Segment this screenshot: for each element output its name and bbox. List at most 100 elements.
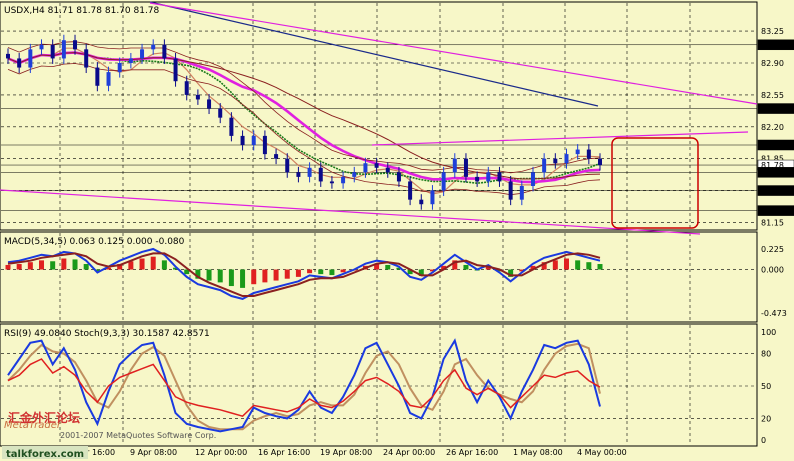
watermark-site-cn: 汇金外汇论坛 bbox=[8, 410, 80, 425]
osc-tick: 100 bbox=[761, 328, 776, 337]
candle-body bbox=[475, 176, 480, 182]
macd-bar bbox=[72, 259, 78, 270]
candle-body bbox=[184, 81, 189, 95]
macd-bar bbox=[206, 269, 212, 281]
candle-body bbox=[39, 44, 44, 50]
candle-body bbox=[240, 135, 245, 145]
macd-bar bbox=[27, 262, 33, 270]
macd-bar bbox=[307, 269, 313, 274]
oscillator-pane[interactable] bbox=[0, 323, 758, 447]
macd-bar bbox=[385, 264, 391, 270]
chart-canvas: 83.2582.9082.5582.2081.8581.5081.150.225… bbox=[0, 1, 794, 460]
candle-body bbox=[341, 176, 346, 184]
candle-body bbox=[564, 154, 569, 164]
price-tick: 82.20 bbox=[761, 123, 784, 132]
price-axis: 83.2582.9082.5582.2081.8581.5081.150.225… bbox=[761, 27, 787, 445]
candle-body bbox=[575, 149, 580, 155]
osc-tick: 0 bbox=[761, 436, 766, 445]
macd-bar bbox=[61, 258, 67, 270]
macd-bar bbox=[575, 260, 581, 270]
trendline-lower bbox=[0, 189, 701, 235]
macd-bar bbox=[217, 269, 223, 283]
candle-body bbox=[553, 158, 558, 164]
time-axis: 2 Apr 20074 Apr 16:009 Apr 08:0012 Apr 0… bbox=[2, 448, 627, 457]
candle-body bbox=[396, 172, 401, 182]
candle-body bbox=[542, 158, 547, 173]
time-label: 24 Apr 00:00 bbox=[383, 448, 435, 457]
candle-body bbox=[262, 135, 267, 155]
time-label: 19 Apr 08:00 bbox=[320, 448, 372, 457]
candle-body bbox=[195, 94, 200, 100]
candle-body bbox=[6, 53, 10, 59]
candle-body bbox=[73, 40, 78, 50]
macd-bar bbox=[563, 258, 569, 270]
candle-body bbox=[218, 108, 223, 118]
candle-body bbox=[229, 117, 234, 136]
osc-tick: 50 bbox=[761, 382, 771, 391]
macd-bar bbox=[5, 264, 11, 270]
candle-body bbox=[173, 58, 178, 82]
candle-body bbox=[140, 49, 145, 59]
macd-tick: 0.225 bbox=[761, 245, 784, 254]
macd-bar bbox=[273, 269, 279, 281]
candle-body bbox=[508, 181, 513, 200]
macd-bar bbox=[262, 269, 268, 283]
highlight-box bbox=[611, 137, 699, 229]
macd-bar bbox=[50, 261, 56, 270]
macd-bar bbox=[597, 264, 603, 270]
macd-bar bbox=[128, 261, 134, 270]
watermark-site-url: talkforex.com bbox=[6, 449, 84, 460]
macd-bar bbox=[83, 264, 89, 270]
candle-body bbox=[419, 199, 424, 205]
ma-slow-line bbox=[149, 1, 599, 107]
candle-body bbox=[28, 49, 33, 68]
candle-body bbox=[363, 163, 368, 173]
time-label: 26 Apr 16:00 bbox=[446, 448, 498, 457]
macd-indicator bbox=[5, 247, 603, 300]
macd-signal-line bbox=[7, 252, 601, 297]
price-tag-label: 82.00 bbox=[761, 141, 784, 150]
candle-body bbox=[151, 44, 156, 50]
candle-body bbox=[497, 172, 502, 182]
candle-body bbox=[307, 167, 312, 177]
candle-body bbox=[251, 135, 256, 145]
candle-body bbox=[296, 172, 301, 177]
macd-bar bbox=[340, 269, 346, 273]
price-tag-label: 81.70 bbox=[761, 168, 784, 177]
macd-bar bbox=[240, 269, 246, 288]
candle-body bbox=[274, 154, 279, 159]
candle-body bbox=[162, 44, 167, 59]
candlesticks bbox=[6, 34, 602, 210]
macd-tick: 0.000 bbox=[761, 266, 784, 275]
trendline-upper bbox=[149, 2, 758, 105]
macd-bar bbox=[329, 269, 335, 276]
candle-body bbox=[586, 149, 591, 159]
price-tick: 82.55 bbox=[761, 91, 784, 100]
candle-body bbox=[117, 63, 122, 73]
price-tick: 83.25 bbox=[761, 27, 784, 36]
candle-body bbox=[530, 172, 535, 186]
macd-bar bbox=[552, 260, 558, 270]
candle-body bbox=[452, 158, 457, 173]
macd-tick: -0.473 bbox=[761, 309, 787, 318]
candle-body bbox=[84, 49, 89, 68]
osc-tick: 80 bbox=[761, 350, 771, 359]
price-pane[interactable] bbox=[0, 1, 758, 231]
candle-body bbox=[285, 158, 290, 173]
macd-bar bbox=[586, 262, 592, 270]
time-label: 12 Apr 00:00 bbox=[195, 448, 247, 457]
candle-body bbox=[519, 186, 524, 200]
macd-bar bbox=[139, 258, 145, 270]
price-tag-label: 81.50 bbox=[761, 187, 784, 196]
macd-bar bbox=[150, 256, 156, 270]
macd-bar bbox=[251, 269, 257, 285]
macd-bar bbox=[318, 269, 324, 275]
osc-tick: 20 bbox=[761, 414, 771, 423]
candle-body bbox=[486, 172, 491, 182]
macd-bar bbox=[39, 260, 45, 270]
price-tick: 82.90 bbox=[761, 59, 784, 68]
price-tag-label: 82.40 bbox=[761, 105, 784, 114]
time-label: 1 May 08:00 bbox=[513, 448, 563, 457]
candle-body bbox=[374, 163, 379, 168]
macd-bar bbox=[228, 269, 234, 287]
